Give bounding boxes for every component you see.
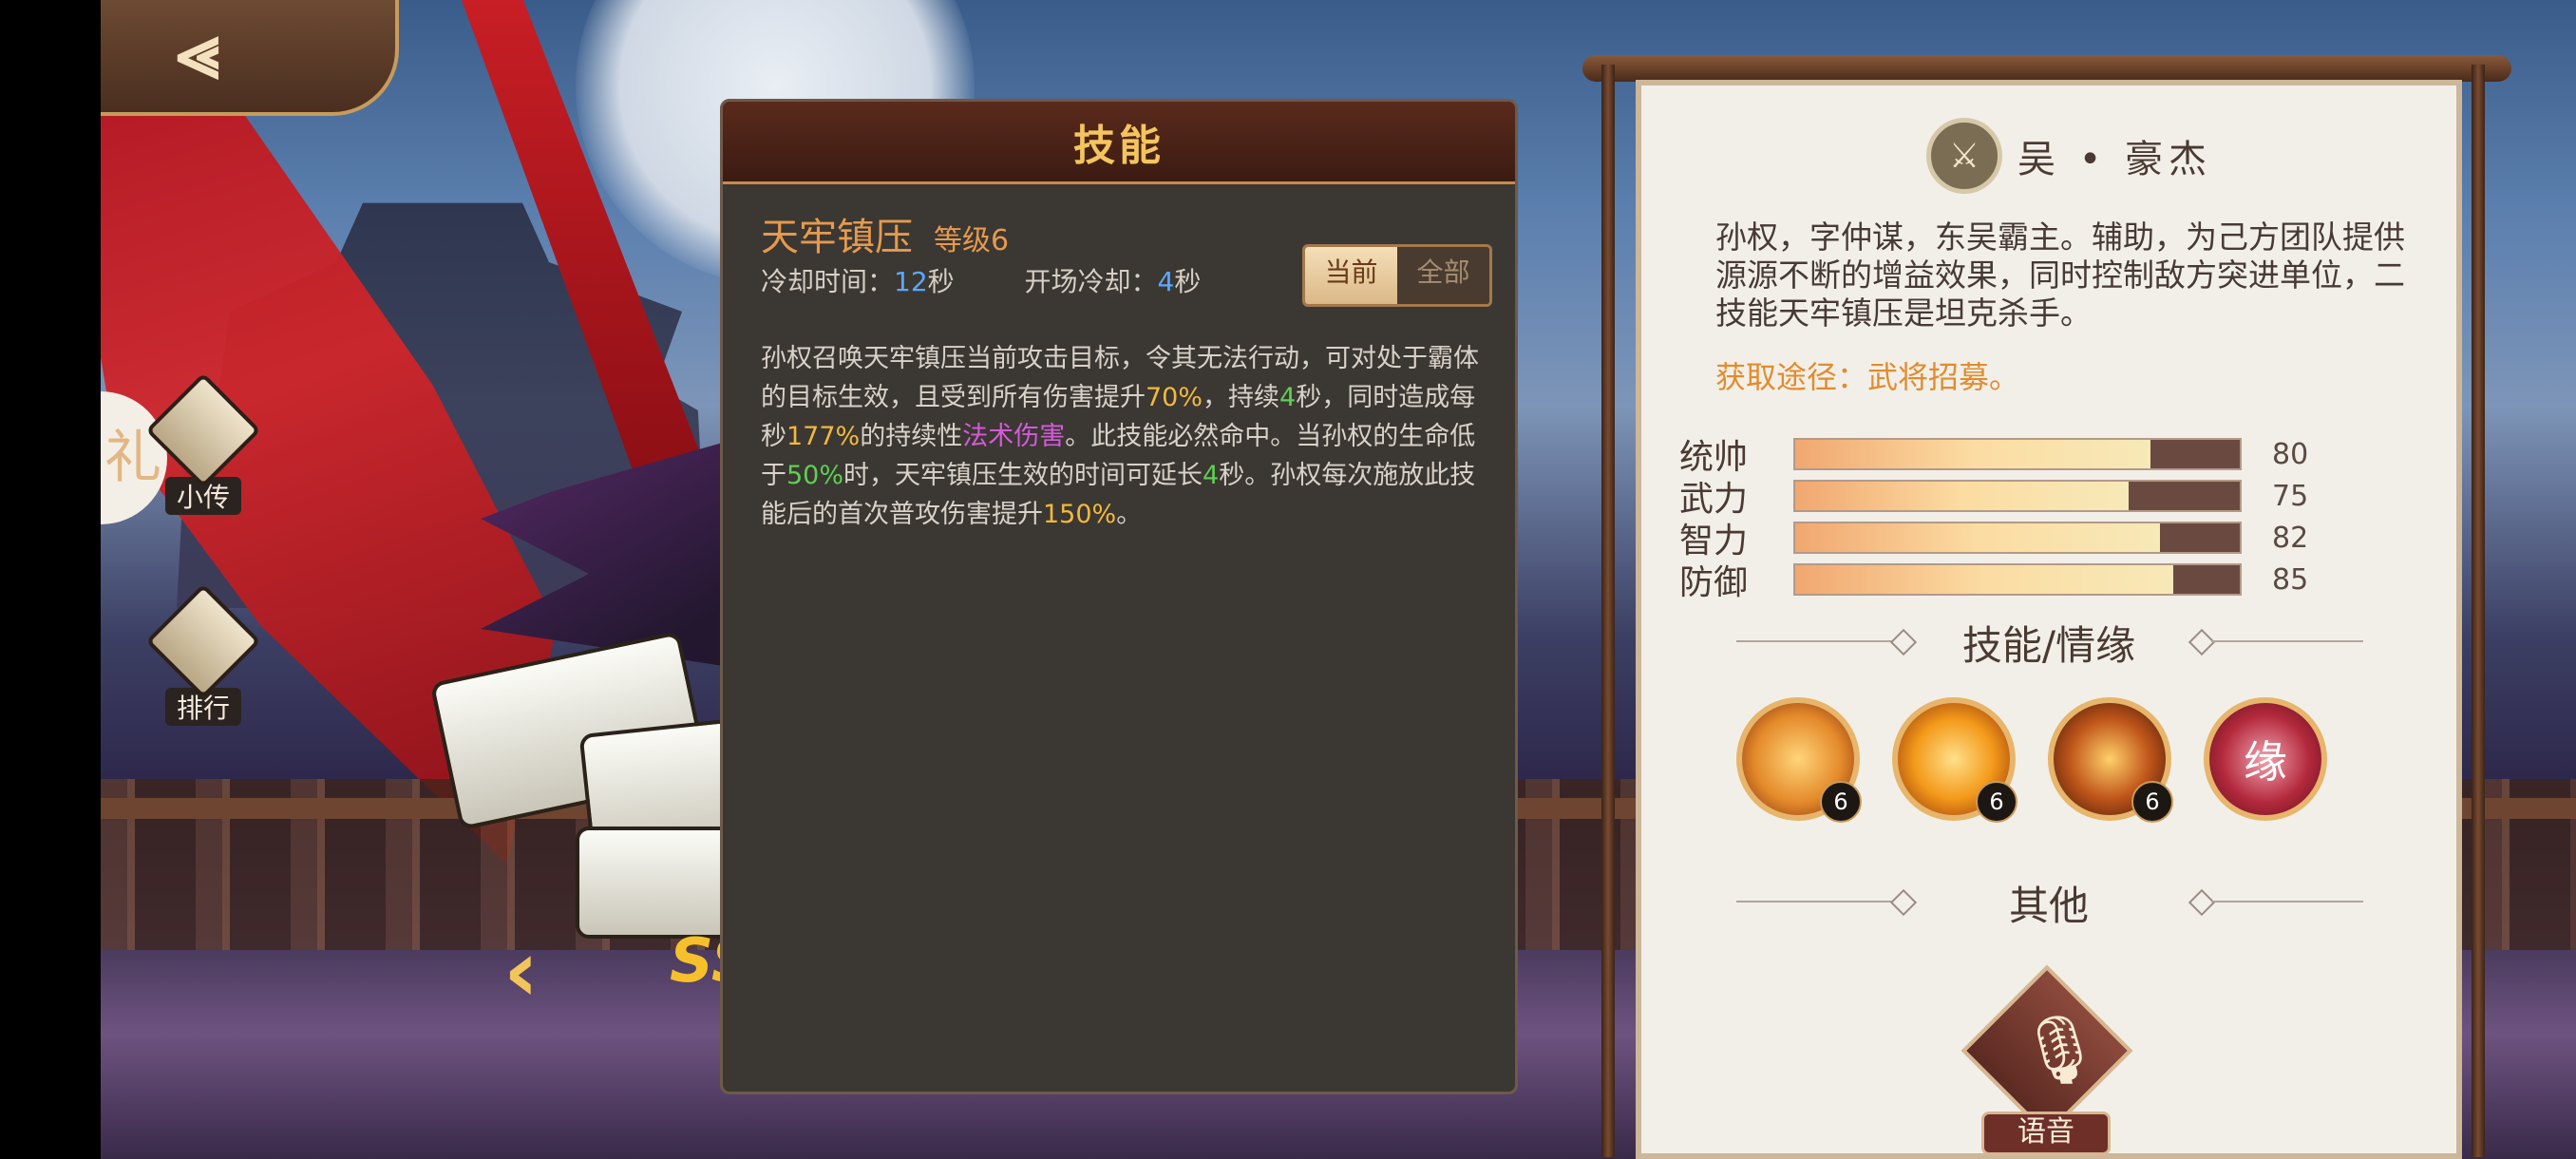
- desc-text: ，持续: [1203, 383, 1280, 412]
- scroll-pole-left: [1601, 65, 1615, 1157]
- skill-level: 等级6: [934, 224, 1010, 257]
- hero-info-card: ⚔ 吴 • 豪杰 孙权，字仲谋，东吴霸主。辅助，为己方团队提供源源不断的增益效果…: [1636, 80, 2462, 1159]
- cooldown-label: 冷却时间：: [761, 266, 895, 297]
- desc-value: 4: [1203, 461, 1220, 490]
- skill-detail-panel: 技能 天牢镇压 等级6 冷却时间：12秒 开场冷却：4秒 当前 全部 孙权召唤天…: [720, 99, 1518, 1094]
- stat-bar: [1793, 563, 2242, 596]
- skill-panel-header: 技能: [723, 102, 1515, 184]
- desc-value: 50%: [786, 461, 844, 490]
- faction-glyph: ⚔: [1948, 136, 1980, 176]
- whirlwind-skill-icon[interactable]: 6: [1736, 697, 1862, 823]
- stat-bar-fill: [1795, 482, 2129, 510]
- stat-bar: [1793, 522, 2242, 554]
- skill-panel-title: 技能: [1073, 122, 1165, 170]
- biography-button[interactable]: 小传: [145, 372, 261, 515]
- divider: [2211, 640, 2363, 642]
- opening-cooldown-label: 开场冷却：: [1024, 266, 1158, 297]
- cooldown-value: 12: [894, 266, 928, 297]
- opening-cooldown-value: 4: [1157, 266, 1175, 297]
- other-section-title: 其他: [2008, 883, 2089, 929]
- skill-level-badge: 6: [1820, 781, 1862, 823]
- skill-level-badge: 6: [2131, 781, 2173, 823]
- desc-value: 70%: [1146, 383, 1203, 412]
- back-button[interactable]: ⪡: [101, 0, 399, 116]
- desc-text: 的持续性: [860, 422, 963, 451]
- skill-name: 天牢镇压: [761, 216, 913, 259]
- hero-info-scroll: ⚔ 吴 • 豪杰 孙权，字仲谋，东吴霸主。辅助，为己方团队提供源源不断的增益效果…: [1582, 27, 2511, 1159]
- desc-value: 150%: [1043, 500, 1117, 529]
- voice-button[interactable]: 🎙 语音: [1960, 964, 2133, 1155]
- stat-name: 防御: [1679, 563, 1749, 602]
- stat-value: 82: [2272, 521, 2309, 555]
- stat-bar: [1793, 438, 2242, 470]
- hero-faction-title: 吴 • 豪杰: [2017, 138, 2213, 181]
- stat-bar-fill: [1795, 523, 2160, 552]
- stat-value: 85: [2272, 562, 2309, 597]
- scroll-biography-icon: [145, 372, 261, 488]
- desc-value: 4: [1279, 383, 1297, 412]
- desc-text: 时，天牢镇压生效的时间可延长: [843, 461, 1203, 490]
- scroll-pole-right: [2472, 65, 2485, 1157]
- acquire-method: 获取途径：武将招募。: [1715, 359, 2020, 395]
- stat-row: 防御 85: [1679, 555, 2308, 604]
- skill-cooldowns: 冷却时间：12秒 开场冷却：4秒: [761, 261, 1201, 299]
- desc-text: 。: [1116, 500, 1143, 529]
- stat-value: 75: [2272, 479, 2309, 513]
- skill-level-badge: 6: [1976, 781, 2017, 823]
- previous-hero-arrow-icon[interactable]: ‹: [503, 922, 539, 1021]
- fate-glyph: 缘: [2244, 736, 2287, 788]
- cooldown-unit: 秒: [927, 266, 955, 297]
- skill-description: 孙权召唤天牢镇压当前攻击目标，令其无法行动，可对处于霸体的目标生效，且受到所有伤…: [761, 339, 1492, 534]
- sword-strike-skill-icon[interactable]: 6: [2048, 697, 2173, 823]
- tab-current[interactable]: 当前: [1305, 247, 1397, 304]
- fate-yuan-icon[interactable]: 缘: [2204, 697, 2327, 821]
- desc-keyword: 法术伤害: [962, 422, 1066, 451]
- hero-title-row: ⚔ 吴 • 豪杰: [1926, 118, 2212, 194]
- desc-value: 177%: [786, 422, 861, 451]
- skill-name-row: 天牢镇压 等级6: [761, 206, 1009, 261]
- scroll-rod: [1582, 55, 2511, 82]
- hero-biography: 孙权，字仲谋，东吴霸主。辅助，为己方团队提供源源不断的增益效果，同时控制敌方突进…: [1715, 218, 2405, 332]
- opening-cooldown-unit: 秒: [1174, 266, 1202, 297]
- microphone-icon: 🎙: [2017, 1011, 2102, 1089]
- flame-warrior-skill-icon[interactable]: 6: [1892, 697, 2017, 823]
- stat-value: 80: [2272, 437, 2309, 471]
- divider: [2211, 901, 2363, 902]
- back-arrow-icon: ⪡: [177, 7, 220, 95]
- stat-bar: [1793, 480, 2242, 512]
- skills-section-title: 技能/情缘: [1961, 622, 2136, 669]
- stat-bar-fill: [1795, 565, 2173, 594]
- voice-label: 语音: [1981, 1112, 2111, 1155]
- ranking-button[interactable]: 排行: [145, 583, 261, 726]
- ranking-scroll-icon: [145, 583, 261, 699]
- tab-all[interactable]: 全部: [1397, 247, 1489, 304]
- stat-bar-fill: [1795, 440, 2151, 468]
- faction-emblem-icon: ⚔: [1926, 118, 2002, 194]
- skill-level-toggle: 当前 全部: [1302, 244, 1492, 307]
